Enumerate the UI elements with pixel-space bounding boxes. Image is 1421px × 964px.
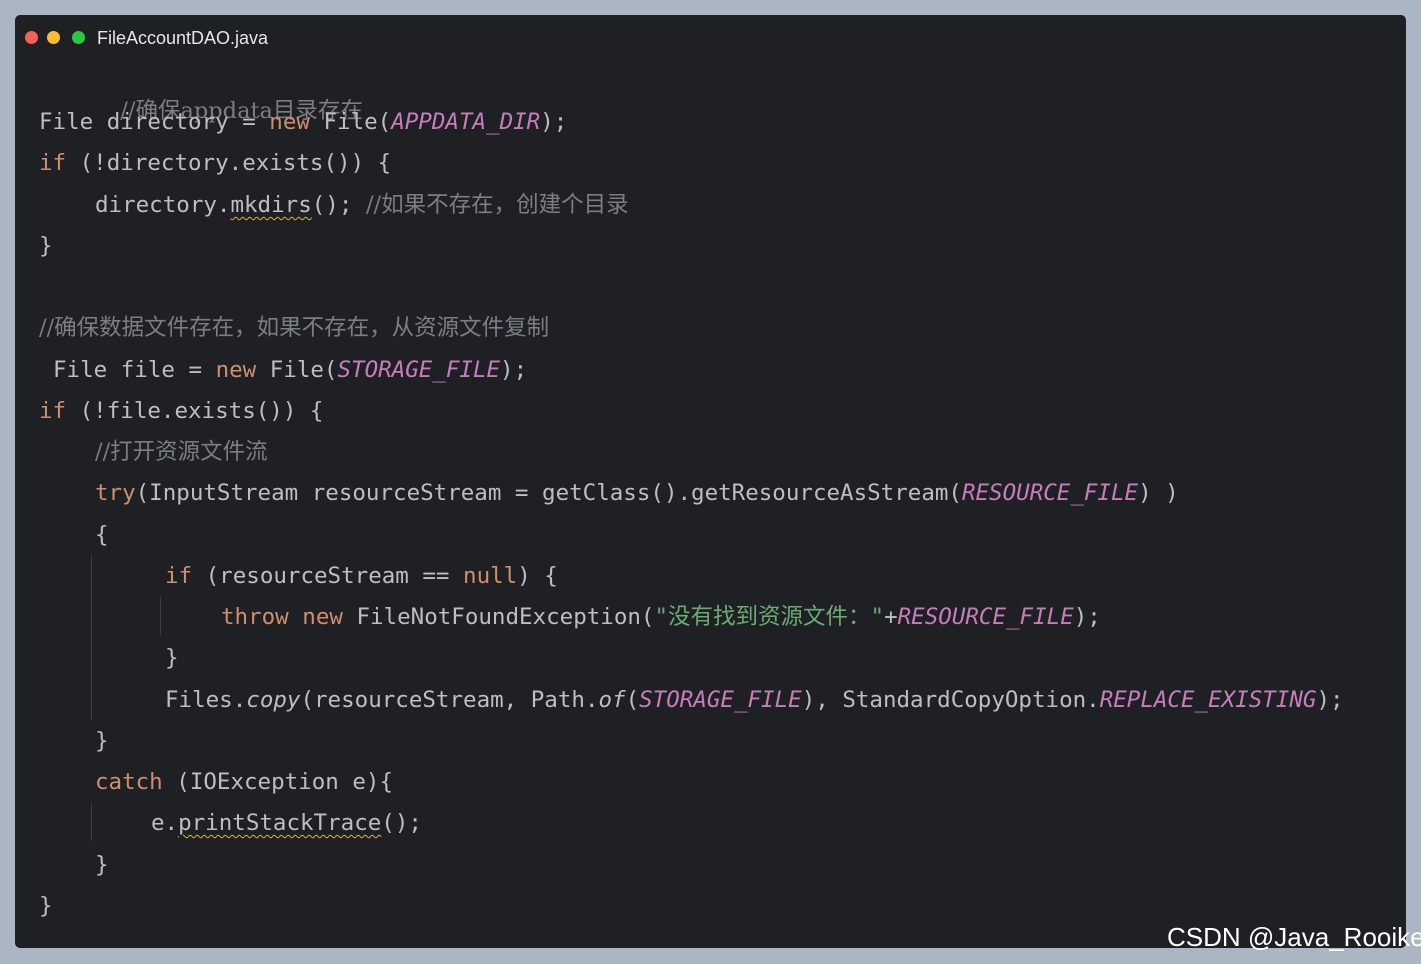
code-keyword: new — [215, 357, 257, 383]
code-text: ); — [500, 357, 528, 383]
code-line-6: //确保数据文件存在，如果不存在，从资源文件复制 — [39, 313, 549, 343]
code-text: (resourceStream == — [192, 563, 464, 589]
code-keyword: try — [95, 480, 136, 506]
code-text: (IOException e){ — [162, 769, 394, 795]
watermark: CSDN @Java_Rooike — [1167, 922, 1421, 952]
code-line-17: catch (IOException e){ — [95, 767, 393, 797]
code-comment: //确保数据文件存在，如果不存在，从资源文件复制 — [39, 315, 550, 341]
code-text: File file = — [53, 357, 216, 383]
code-line-14: } — [165, 643, 179, 673]
title-bar: FileAccountDAO.java — [15, 15, 1406, 59]
indent-guide — [91, 803, 92, 841]
code-static-method: copy — [246, 687, 301, 713]
code-line-15: Files.copy(resourceStream, Path.of(STORA… — [165, 685, 1344, 715]
code-keyword: throw — [221, 604, 289, 630]
code-brace: } — [39, 893, 53, 919]
code-text: (); — [311, 192, 366, 218]
code-brace: { — [95, 522, 109, 548]
code-constant: RESOURCE_FILE — [897, 604, 1074, 630]
code-text: (resourceStream, Path. — [300, 687, 599, 713]
code-brace: } — [95, 852, 109, 878]
code-method-warning: mkdirs — [230, 192, 312, 218]
code-line-16: } — [95, 726, 109, 756]
code-static-method: of — [598, 687, 626, 713]
code-line-5: } — [39, 231, 53, 261]
code-text: + — [884, 604, 898, 630]
code-method-warning: printStackTrace — [178, 810, 382, 836]
code-line-9: //打开资源文件流 — [95, 437, 268, 467]
code-quote: " — [870, 604, 885, 630]
file-name-title: FileAccountDAO.java — [97, 28, 269, 48]
code-comment: //如果不存在，创建个目录 — [365, 192, 629, 218]
code-brace: } — [165, 645, 179, 671]
code-keyword: if — [165, 563, 193, 589]
code-keyword: if — [39, 398, 67, 424]
code-line-18: e.printStackTrace(); — [151, 808, 422, 838]
code-keyword: new — [302, 604, 343, 630]
code-brace: } — [39, 233, 53, 259]
minimize-window-dot[interactable] — [47, 31, 60, 44]
code-line-10: try(InputStream resourceStream = getClas… — [95, 478, 1179, 508]
maximize-window-dot[interactable] — [72, 31, 85, 44]
code-line-3: if (!directory.exists()) { — [39, 148, 391, 178]
code-keyword: if — [39, 150, 67, 176]
close-window-dot[interactable] — [25, 31, 38, 44]
code-quote: " — [654, 604, 669, 630]
code-text: File( — [309, 109, 392, 135]
code-keyword: new — [269, 109, 310, 135]
code-line-7: File file = new File(STORAGE_FILE); — [53, 355, 527, 385]
code-constant: RESOURCE_FILE — [961, 480, 1139, 506]
code-line-13: throw new FileNotFoundException("没有找到资源文… — [221, 602, 1101, 632]
code-text: e. — [151, 810, 179, 836]
code-window: FileAccountDAO.java //确保appdata目录存在 File… — [15, 15, 1406, 948]
code-keyword: null — [463, 563, 518, 589]
code-text: directory. — [95, 192, 231, 218]
code-text: ); — [1316, 687, 1344, 713]
code-line-19: } — [95, 850, 109, 880]
code-line-11: { — [95, 520, 109, 550]
code-string-text: 没有找到资源文件： — [668, 604, 871, 630]
code-constant: STORAGE_FILE — [639, 687, 802, 713]
code-constant: APPDATA_DIR — [391, 109, 541, 135]
code-text: (!directory.exists()) { — [66, 150, 392, 176]
code-brace: } — [95, 728, 109, 754]
code-keyword: catch — [95, 769, 163, 795]
code-text: ); — [540, 109, 568, 135]
code-string: "没有找到资源文件：" — [654, 604, 884, 630]
code-constant: REPLACE_EXISTING — [1099, 687, 1317, 713]
code-text: ), StandardCopyOption. — [801, 687, 1100, 713]
code-text: ) ) — [1138, 480, 1179, 506]
code-text: (InputStream resourceStream = getClass()… — [135, 480, 962, 506]
code-text: ( — [625, 687, 640, 713]
code-line-20: } — [39, 891, 53, 921]
indent-guide — [160, 597, 161, 635]
code-text: FileNotFoundException( — [342, 604, 655, 630]
code-text: (); — [381, 810, 422, 836]
code-line-8: if (!file.exists()) { — [39, 396, 323, 426]
code-text: File directory = — [39, 109, 270, 135]
code-text: File( — [256, 357, 338, 383]
code-constant: STORAGE_FILE — [337, 357, 501, 383]
code-text: ); — [1073, 604, 1101, 630]
code-line-12: if (resourceStream == null) { — [165, 561, 558, 591]
code-line-4: directory.mkdirs(); //如果不存在，创建个目录 — [95, 190, 629, 220]
code-text: ) { — [517, 563, 558, 589]
indent-guide — [91, 555, 92, 720]
code-line-2: File directory = new File(APPDATA_DIR); — [39, 107, 567, 137]
code-text: Files. — [165, 687, 247, 713]
code-text: (!file.exists()) { — [66, 398, 324, 424]
code-comment: //打开资源文件流 — [95, 439, 268, 465]
